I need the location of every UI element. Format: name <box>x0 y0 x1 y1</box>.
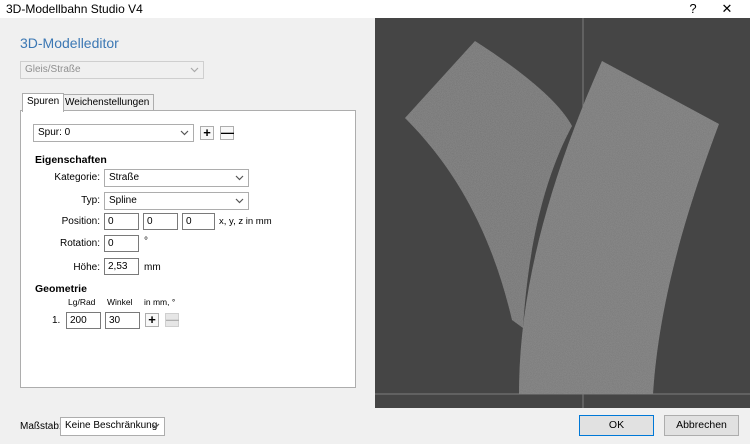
geometrie-title: Geometrie <box>35 283 87 295</box>
chevron-down-icon <box>180 130 189 136</box>
chevron-down-icon <box>151 423 160 429</box>
rotation-label: Rotation: <box>59 238 100 249</box>
kategorie-value: Straße <box>109 172 140 183</box>
spuren-panel <box>20 110 356 388</box>
spur-select-value: Spur: 0 <box>38 127 71 138</box>
help-button[interactable]: ? <box>678 0 708 18</box>
massstab-value: Keine Beschränkung <box>65 420 158 431</box>
3d-viewport[interactable] <box>375 18 750 408</box>
chevron-down-icon <box>235 175 244 181</box>
remove-spur-button[interactable]: — <box>220 126 234 140</box>
ok-button[interactable]: OK <box>579 415 654 436</box>
remove-segment-button[interactable]: — <box>165 313 179 327</box>
position-z-field[interactable]: 0 <box>182 213 215 230</box>
position-x-field[interactable]: 0 <box>104 213 139 230</box>
add-segment-button[interactable]: + <box>145 313 159 327</box>
type-select[interactable]: Gleis/Straße <box>20 61 204 79</box>
add-spur-button[interactable]: + <box>200 126 214 140</box>
position-label: Position: <box>61 216 100 227</box>
viewport-canvas <box>375 18 750 408</box>
kategorie-select[interactable]: Straße <box>104 169 249 187</box>
hoehe-label: Höhe: <box>73 262 100 273</box>
hoehe-unit: mm <box>144 262 161 273</box>
typ-value: Spline <box>109 195 137 206</box>
tab-weichenstellungen[interactable]: Weichenstellungen <box>60 94 155 111</box>
geometrie-col-angle: Winkel <box>107 297 133 307</box>
window-title: 3D-Modellbahn Studio V4 <box>6 2 143 16</box>
hoehe-field[interactable]: 2,53 <box>104 258 139 275</box>
cancel-button[interactable]: Abbrechen <box>664 415 739 436</box>
geometrie-col-length: Lg/Rad <box>68 297 96 307</box>
title-bar: 3D-Modellbahn Studio V4 ? ✕ <box>0 0 750 18</box>
spur-select[interactable]: Spur: 0 <box>33 124 194 142</box>
geometrie-row-index: 1. <box>52 315 61 326</box>
geometrie-angle-field[interactable]: 30 <box>105 312 140 329</box>
close-button[interactable]: ✕ <box>712 0 742 18</box>
rotation-unit: ° <box>144 236 148 247</box>
chevron-down-icon <box>190 67 199 73</box>
editor-heading: 3D-Modelleditor <box>20 35 119 51</box>
massstab-label: Maßstab: <box>20 421 62 432</box>
massstab-select[interactable]: Keine Beschränkung <box>60 417 165 436</box>
rotation-field[interactable]: 0 <box>104 235 139 252</box>
eigenschaften-title: Eigenschaften <box>35 154 107 166</box>
tab-spuren[interactable]: Spuren <box>22 93 65 112</box>
kategorie-label: Kategorie: <box>54 172 100 183</box>
typ-select[interactable]: Spline <box>104 192 249 210</box>
geometrie-unit: in mm, ° <box>144 297 176 307</box>
typ-label: Typ: <box>81 195 100 206</box>
chevron-down-icon <box>235 198 244 204</box>
position-unit: x, y, z in mm <box>219 216 272 227</box>
type-select-value: Gleis/Straße <box>25 64 81 75</box>
geometrie-length-field[interactable]: 200 <box>66 312 101 329</box>
position-y-field[interactable]: 0 <box>143 213 178 230</box>
